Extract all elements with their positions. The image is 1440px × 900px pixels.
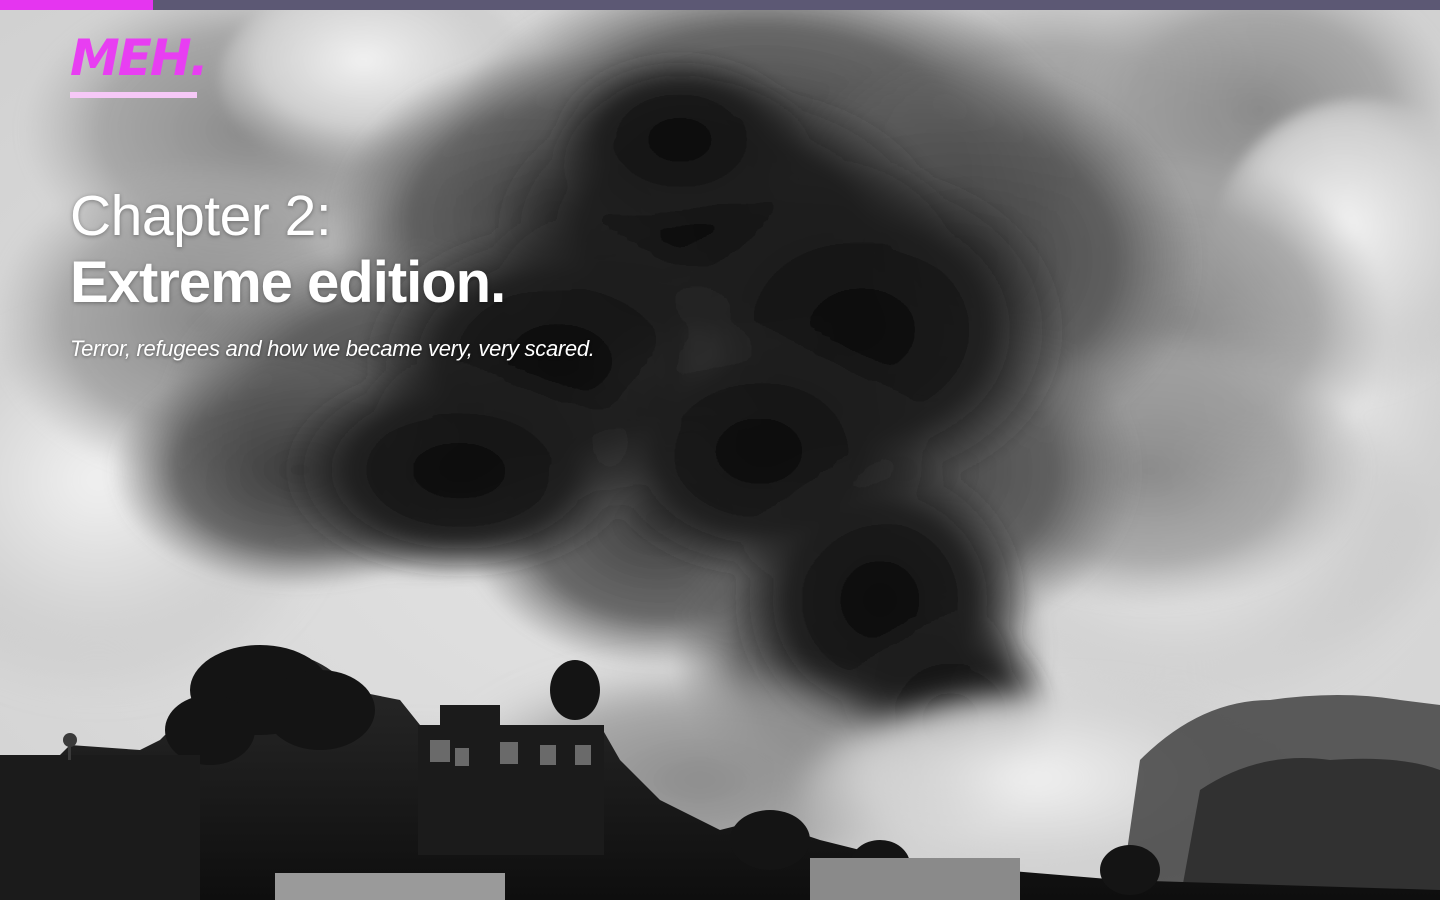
chapter-hero: MEH. Chapter 2: Extreme edition. Terror,… (0, 0, 1440, 900)
chapter-subtitle: Terror, refugees and how we became very,… (70, 336, 595, 361)
logo-underline (70, 92, 197, 98)
logo-wordmark: MEH. (70, 29, 209, 87)
reading-progress-fill (0, 0, 153, 10)
site-logo[interactable]: MEH. (70, 29, 209, 98)
reading-progress-bar (0, 0, 1440, 10)
chapter-title-block: Chapter 2: Extreme edition. Terror, refu… (70, 182, 870, 364)
chapter-title: Extreme edition. (70, 250, 506, 315)
hero-background-image (0, 0, 1440, 900)
chapter-number: Chapter 2: (70, 184, 332, 248)
